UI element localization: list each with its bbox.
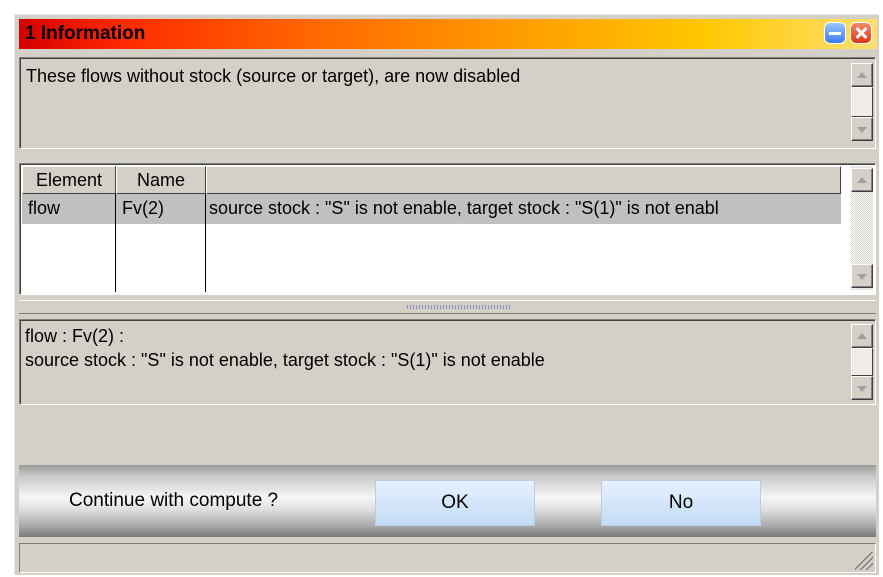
column-element: Element flow: [22, 166, 116, 292]
splitter-grip[interactable]: [407, 305, 511, 309]
flows-table: Element flow Name Fv(2) source stock : "…: [19, 163, 876, 295]
minimize-icon[interactable]: [824, 22, 846, 44]
arrow-down-icon[interactable]: [851, 376, 873, 400]
table-cell[interactable]: source stock : "S" is not enable, target…: [206, 194, 841, 224]
table-cell[interactable]: flow: [22, 194, 116, 224]
column-description: source stock : "S" is not enable, target…: [206, 166, 841, 292]
scroll-thumb[interactable]: [851, 87, 873, 117]
status-bar: [19, 543, 876, 573]
scroll-thumb[interactable]: [851, 348, 873, 376]
information-dialog: 1 Information These flows without stock …: [14, 14, 879, 575]
arrow-down-icon[interactable]: [851, 117, 873, 141]
splitter[interactable]: [19, 300, 876, 314]
message-scrollbar[interactable]: [851, 63, 873, 141]
arrow-down-icon[interactable]: [851, 264, 873, 288]
title-bar[interactable]: 1 Information: [19, 19, 877, 49]
prompt-question: Continue with compute ?: [69, 490, 279, 511]
detail-scrollbar[interactable]: [851, 324, 873, 400]
column-header-description[interactable]: [206, 166, 841, 194]
column-header-element[interactable]: Element: [22, 166, 116, 194]
detail-text: flow : Fv(2) : source stock : "S" is not…: [25, 326, 545, 370]
no-button[interactable]: No: [601, 480, 761, 526]
table-cell[interactable]: Fv(2): [116, 194, 206, 224]
arrow-up-icon[interactable]: [851, 324, 873, 348]
table-scrollbar[interactable]: [851, 166, 873, 290]
resize-grip-icon[interactable]: [855, 552, 873, 570]
column-name: Name Fv(2): [116, 166, 206, 292]
button-bar: Continue with compute ? OK No: [19, 465, 876, 537]
arrow-up-icon[interactable]: [851, 63, 873, 87]
close-icon[interactable]: [850, 22, 872, 44]
message-text: These flows without stock (source or tar…: [26, 66, 521, 86]
column-header-name[interactable]: Name: [116, 166, 206, 194]
arrow-up-icon[interactable]: [851, 168, 873, 192]
detail-panel: flow : Fv(2) : source stock : "S" is not…: [19, 319, 876, 405]
message-panel: These flows without stock (source or tar…: [19, 57, 876, 149]
ok-button[interactable]: OK: [375, 480, 535, 526]
window-title: 1 Information: [25, 23, 146, 44]
